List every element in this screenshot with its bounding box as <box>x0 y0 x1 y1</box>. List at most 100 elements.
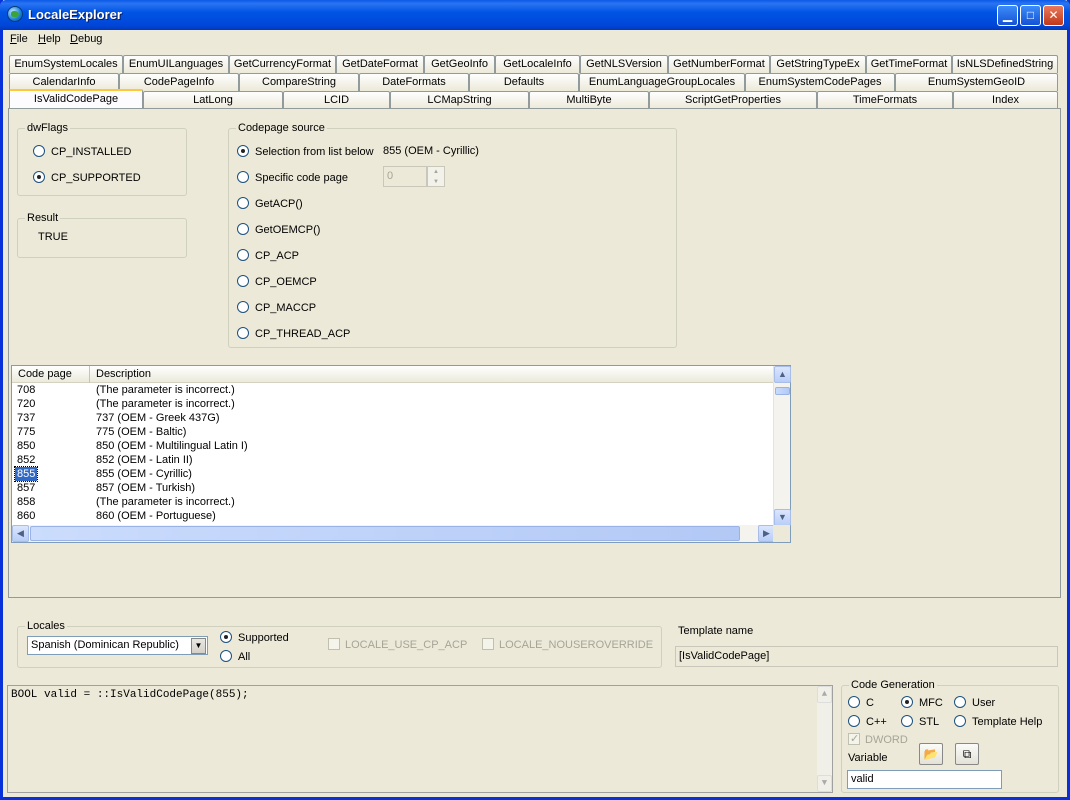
scroll-down-button[interactable]: ▼ <box>774 509 791 526</box>
checkbox-locale-nouseroverride[interactable]: LOCALE_NOUSEROVERRIDE <box>482 638 653 651</box>
radio-all[interactable]: All <box>220 650 250 664</box>
radio-supported[interactable]: Supported <box>220 631 289 645</box>
tab-latlong[interactable]: LatLong <box>143 91 283 109</box>
tab-getlocaleinfo[interactable]: GetLocaleInfo <box>495 55 580 73</box>
radio-gen-mfc[interactable]: MFC <box>901 696 943 710</box>
radio-getacp[interactable]: GetACP() <box>237 197 303 211</box>
checkbox-label: LOCALE_NOUSEROVERRIDE <box>499 639 654 651</box>
list-item[interactable]: 852 852 (OEM - Latin II) <box>12 453 772 467</box>
chevron-up-icon: ▲ <box>821 689 828 699</box>
list-item[interactable]: 860 860 (OEM - Portuguese) <box>12 509 772 523</box>
tab-getgeoinfo[interactable]: GetGeoInfo <box>424 55 495 73</box>
list-vertical-scrollbar[interactable]: ▲ ▼ <box>773 366 791 526</box>
list-horizontal-scrollbar[interactable]: ◀ ▶ <box>12 525 775 542</box>
radio-selection-from-list[interactable]: Selection from list below <box>237 145 374 159</box>
open-folder-button[interactable]: 📂 <box>919 743 943 765</box>
tab-scriptgetproperties[interactable]: ScriptGetProperties <box>649 91 817 109</box>
dwflags-group: dwFlags <box>17 122 187 196</box>
maximize-button[interactable]: □ <box>1020 5 1041 26</box>
title-bar[interactable]: LocaleExplorer ▁ □ ✕ <box>0 0 1070 30</box>
dropdown-button[interactable]: ▼ <box>191 638 206 654</box>
cell-description: 737 (OEM - Greek 437G) <box>96 412 220 424</box>
radio-gen-stl[interactable]: STL <box>901 715 939 729</box>
tab-isvalidcodepage[interactable]: IsValidCodePage <box>9 89 143 109</box>
tab-getnlsversion[interactable]: GetNLSVersion <box>580 55 668 73</box>
list-item[interactable]: 708 (The parameter is incorrect.) <box>12 383 772 397</box>
radio-cp-maccp[interactable]: CP_MACCP <box>237 301 316 315</box>
tab-getstringtypeex[interactable]: GetStringTypeEx <box>770 55 866 73</box>
scroll-up-button[interactable]: ▲ <box>774 366 791 383</box>
specific-code-page-input[interactable]: 0 <box>383 166 427 187</box>
specific-code-page-spinner[interactable]: ▲ ▼ <box>427 166 445 187</box>
cell-code: 708 <box>17 384 36 396</box>
code-scroll-down-button[interactable]: ▼ <box>817 775 832 792</box>
template-name-field[interactable]: [IsValidCodePage] <box>675 646 1058 667</box>
close-button[interactable]: ✕ <box>1043 5 1064 26</box>
list-item[interactable]: 775 775 (OEM - Baltic) <box>12 425 772 439</box>
tab-gettimeformat[interactable]: GetTimeFormat <box>866 55 952 73</box>
tab-lcmapstring[interactable]: LCMapString <box>390 91 529 109</box>
tab-timeformats[interactable]: TimeFormats <box>817 91 953 109</box>
tab-enumlanguagegrouplocales[interactable]: EnumLanguageGroupLocales <box>579 73 745 91</box>
radio-cp-supported[interactable]: CP_SUPPORTED <box>33 171 141 185</box>
radio-gen-template-help[interactable]: Template Help <box>954 715 1042 729</box>
radio-gen-cpp[interactable]: C++ <box>848 715 887 729</box>
minimize-button[interactable]: ▁ <box>997 5 1018 26</box>
tab-getdateformat[interactable]: GetDateFormat <box>336 55 424 73</box>
column-header-code-page[interactable]: Code page <box>12 366 90 383</box>
radio-dot <box>237 197 249 209</box>
tab-index[interactable]: Index <box>953 91 1058 109</box>
radio-cp-oemcp[interactable]: CP_OEMCP <box>237 275 317 289</box>
radio-getoemcp[interactable]: GetOEMCP() <box>237 223 320 237</box>
list-item[interactable]: 737 737 (OEM - Greek 437G) <box>12 411 772 425</box>
radio-specific-code-page[interactable]: Specific code page <box>237 171 348 185</box>
list-item[interactable]: 857 857 (OEM - Turkish) <box>12 481 772 495</box>
checkbox-dword[interactable]: DWORD <box>848 732 908 746</box>
scroll-left-button[interactable]: ◀ <box>12 525 29 542</box>
code-scroll-up-button[interactable]: ▲ <box>817 686 832 703</box>
codepage-list[interactable]: Code page Description 708 (The parameter … <box>11 365 791 543</box>
tab-getnumberformat[interactable]: GetNumberFormat <box>668 55 770 73</box>
tab-dateformats[interactable]: DateFormats <box>359 73 469 91</box>
tab-enumsystemcodepages[interactable]: EnumSystemCodePages <box>745 73 895 91</box>
radio-dot <box>33 145 45 157</box>
radio-gen-user[interactable]: User <box>954 696 995 710</box>
cell-description: 857 (OEM - Turkish) <box>96 482 196 494</box>
checkbox-box <box>328 638 340 650</box>
list-item[interactable]: 850 850 (OEM - Multilingual Latin I) <box>12 439 772 453</box>
cell-code: 857 <box>17 482 36 494</box>
tab-enumuilanguages[interactable]: EnumUILanguages <box>123 55 229 73</box>
radio-gen-c[interactable]: C <box>848 696 874 710</box>
list-item-selected[interactable]: 855 855 (OEM - Cyrillic) <box>12 466 772 482</box>
tab-enumsystemlocales[interactable]: EnumSystemLocales <box>9 55 123 73</box>
tab-comparestring[interactable]: CompareString <box>239 73 359 91</box>
tab-multibyte[interactable]: MultiByte <box>529 91 649 109</box>
radio-cp-installed[interactable]: CP_INSTALLED <box>33 145 132 159</box>
window-title: LocaleExplorer <box>28 7 122 22</box>
locale-select[interactable]: Spanish (Dominican Republic) ▼ <box>27 636 208 655</box>
tab-lcid[interactable]: LCID <box>283 91 390 109</box>
horizontal-scroll-thumb[interactable] <box>30 526 740 541</box>
cell-description: 852 (OEM - Latin II) <box>96 454 193 466</box>
copy-button[interactable]: ⧉ <box>955 743 979 765</box>
checkbox-locale-use-cp-acp[interactable]: LOCALE_USE_CP_ACP <box>328 638 467 651</box>
radio-cp-acp[interactable]: CP_ACP <box>237 249 299 263</box>
tab-isnlsdefinedstring[interactable]: IsNLSDefinedString <box>952 55 1058 73</box>
radio-cp-thread-acp[interactable]: CP_THREAD_ACP <box>237 327 350 341</box>
list-item[interactable]: 720 (The parameter is incorrect.) <box>12 397 772 411</box>
variable-input[interactable]: valid <box>847 770 1002 789</box>
menu-help[interactable]: Help <box>38 33 61 45</box>
menu-file[interactable]: File <box>10 33 28 45</box>
code-vertical-scrollbar[interactable]: ▲ ▼ <box>817 686 832 792</box>
tab-enumsystemgeoid[interactable]: EnumSystemGeoID <box>895 73 1058 91</box>
list-item[interactable]: 858 (The parameter is incorrect.) <box>12 495 772 509</box>
generated-code-area[interactable]: BOOL valid = ::IsValidCodePage(855); ▲ ▼ <box>7 685 833 793</box>
spin-down-icon: ▼ <box>433 179 439 185</box>
radio-label: C <box>866 697 874 709</box>
tab-getcurrencyformat[interactable]: GetCurrencyFormat <box>229 55 336 73</box>
cell-code: 850 <box>17 440 36 452</box>
column-header-description[interactable]: Description <box>90 366 775 383</box>
menu-debug[interactable]: Debug <box>70 33 102 45</box>
scroll-thumb[interactable] <box>775 387 790 395</box>
tab-defaults[interactable]: Defaults <box>469 73 579 91</box>
